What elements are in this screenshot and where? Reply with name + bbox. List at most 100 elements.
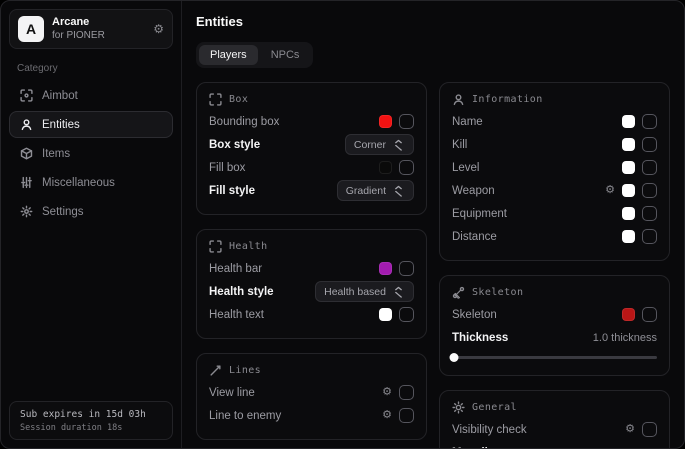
sun-icon [452,401,465,414]
setting-label: Distance [452,231,497,243]
setting-row: Equipment [452,202,657,225]
slider-label: Max distance [452,447,524,449]
chevron-up-down-icon [392,184,405,197]
setting-row: Bounding box [209,110,414,133]
dropdown-value: Gradient [346,185,386,197]
entities-icon [20,118,33,131]
color-swatch[interactable] [379,115,392,128]
setting-row: Level [452,156,657,179]
setting-label: Bounding box [209,116,279,128]
sidebar-item-label: Settings [42,206,84,218]
slider-track [452,356,657,359]
setting-controls: ⚙ [382,408,414,423]
gear-icon[interactable]: ⚙ [382,410,392,421]
left-column: Box Bounding box Box style CornerFill box Fi… [196,82,427,440]
setting-controls [379,160,414,175]
slider[interactable] [452,351,657,363]
color-swatch[interactable] [379,262,392,275]
checkbox[interactable] [642,229,657,244]
tab-npcs[interactable]: NPCs [260,45,311,65]
setting-controls [622,114,657,129]
brand-logo: A [18,16,44,42]
tab-players[interactable]: Players [199,45,258,65]
setting-row: Fill box [209,156,414,179]
information-panel: InformationNameKillLevelWeapon⚙Equipment… [439,82,670,261]
general-panel: GeneralVisibility check⚙Max distance500m [439,390,670,448]
person-icon [452,93,465,106]
health-style-dropdown[interactable]: Health based [315,281,414,302]
checkbox[interactable] [399,160,414,175]
bone-icon [452,286,465,299]
color-swatch[interactable] [622,138,635,151]
setting-row: Skeleton [452,303,657,326]
sidebar-item-settings[interactable]: Settings [9,198,173,225]
setting-row: Distance [452,225,657,248]
sidebar-item-items[interactable]: Items [9,140,173,167]
checkbox[interactable] [642,114,657,129]
setting-label: Box style [209,139,260,151]
setting-controls: Health based [315,281,414,302]
sidebar-nav: Aimbot Entities ItemsMiscellaneous Settings [9,82,173,225]
color-swatch[interactable] [622,230,635,243]
setting-controls: Gradient [337,180,414,201]
setting-label: Health style [209,286,274,298]
gear-icon[interactable]: ⚙ [153,22,164,36]
setting-label: View line [209,387,255,399]
color-swatch[interactable] [622,207,635,220]
sidebar-item-label: Entities [42,119,80,131]
slider-thumb[interactable] [450,353,459,362]
sidebar-item-entities[interactable]: Entities [9,111,173,138]
gear-icon[interactable]: ⚙ [605,185,615,196]
panel-title: Lines [229,365,261,376]
checkbox[interactable] [399,408,414,423]
checkbox[interactable] [642,183,657,198]
health-panel: HealthHealth barHealth styleHealth based… [196,229,427,339]
checkbox[interactable] [642,422,657,437]
panel-title: Box [229,94,248,105]
setting-label: Kill [452,139,467,151]
color-swatch[interactable] [379,308,392,321]
panel-header: General [452,401,657,414]
brand-card: A Arcane for PIONER ⚙ [9,9,173,49]
checkbox[interactable] [399,114,414,129]
setting-label: Equipment [452,208,507,220]
color-swatch[interactable] [622,308,635,321]
color-swatch[interactable] [622,115,635,128]
color-swatch[interactable] [622,161,635,174]
color-swatch[interactable] [379,161,392,174]
color-swatch[interactable] [622,184,635,197]
scan-corners-icon [209,240,222,253]
gear-icon [20,205,33,218]
fill-style-dropdown[interactable]: Gradient [337,180,414,201]
chevron-up-down-icon [392,138,405,151]
sidebar-item-aimbot[interactable]: Aimbot [9,82,173,109]
checkbox[interactable] [642,206,657,221]
panel-grid: Box Bounding box Box style CornerFill box Fi… [196,82,670,448]
setting-row: Visibility check⚙ [452,418,657,441]
lines-panel: LinesView line⚙Line to enemy⚙ [196,353,427,440]
gear-icon[interactable]: ⚙ [625,424,635,435]
scan-corners-icon [209,93,222,106]
setting-row: Kill [452,133,657,156]
setting-label: Fill style [209,185,255,197]
checkbox[interactable] [399,385,414,400]
checkbox[interactable] [642,137,657,152]
setting-label: Health bar [209,263,262,275]
sidebar-item-miscellaneous[interactable]: Miscellaneous [9,169,173,196]
checkbox[interactable] [399,261,414,276]
chevron-up-down-icon [392,285,405,298]
page-title: Entities [196,14,670,29]
line-icon [209,364,222,377]
box-style-dropdown[interactable]: Corner [345,134,414,155]
gear-icon[interactable]: ⚙ [382,387,392,398]
setting-controls: Corner [345,134,414,155]
session-duration-text: Session duration 18s [20,423,162,433]
checkbox[interactable] [642,307,657,322]
setting-row: Line to enemy⚙ [209,404,414,427]
setting-label: Level [452,162,480,174]
panel-title: General [472,402,517,413]
checkbox[interactable] [642,160,657,175]
checkbox[interactable] [399,307,414,322]
setting-row: Health style Health based [209,280,414,303]
main-content: Entities PlayersNPCs Box Bounding box Box … [182,1,684,448]
